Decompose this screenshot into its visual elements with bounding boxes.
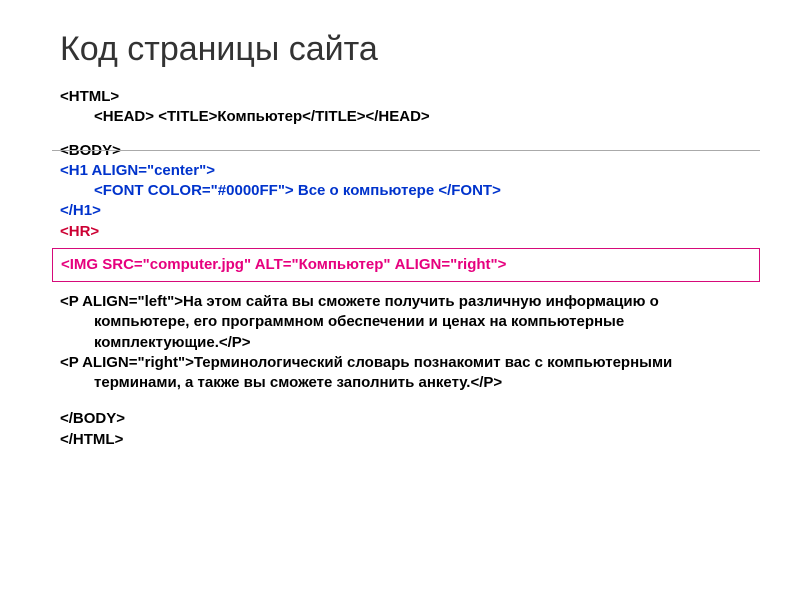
- code-line: <HEAD> <TITLE>Компьютер</TITLE></HEAD>: [60, 107, 750, 127]
- code-fragment: </FONT>: [438, 182, 501, 199]
- code-fragment: <P ALIGN="left">: [60, 293, 183, 310]
- code-line: </H1>: [60, 201, 750, 221]
- code-line: <FONT COLOR="#0000FF"> Все о компьютере …: [60, 181, 750, 201]
- code-line: <IMG SRC="computer.jpg" ALT="Компьютер" …: [61, 255, 751, 275]
- code-line: <HTML>: [60, 87, 750, 107]
- highlighted-line-box: <IMG SRC="computer.jpg" ALT="Компьютер" …: [52, 248, 760, 282]
- code-fragment: </P>: [470, 374, 502, 391]
- code-fragment: Все о компьютере: [294, 182, 439, 199]
- code-block: <HTML> <HEAD> <TITLE>Компьютер</TITLE></…: [60, 87, 750, 450]
- code-fragment: </P>: [219, 334, 251, 351]
- slide-title: Код страницы сайта: [60, 30, 750, 69]
- horizontal-rule: [52, 150, 760, 151]
- code-line: </BODY>: [60, 409, 750, 429]
- code-fragment: <P ALIGN="right">: [60, 354, 194, 371]
- code-line: <HR>: [60, 222, 750, 242]
- code-paragraph: <P ALIGN="left">На этом сайта вы сможете…: [60, 292, 750, 353]
- code-line: <H1 ALIGN="center">: [60, 161, 750, 181]
- code-paragraph: <P ALIGN="right">Терминологический слова…: [60, 353, 750, 394]
- code-line: <BODY>: [60, 141, 750, 161]
- code-fragment: <FONT COLOR="#0000FF">: [94, 182, 294, 199]
- code-line: </HTML>: [60, 430, 750, 450]
- slide-container: Код страницы сайта <HTML> <HEAD> <TITLE>…: [0, 0, 800, 470]
